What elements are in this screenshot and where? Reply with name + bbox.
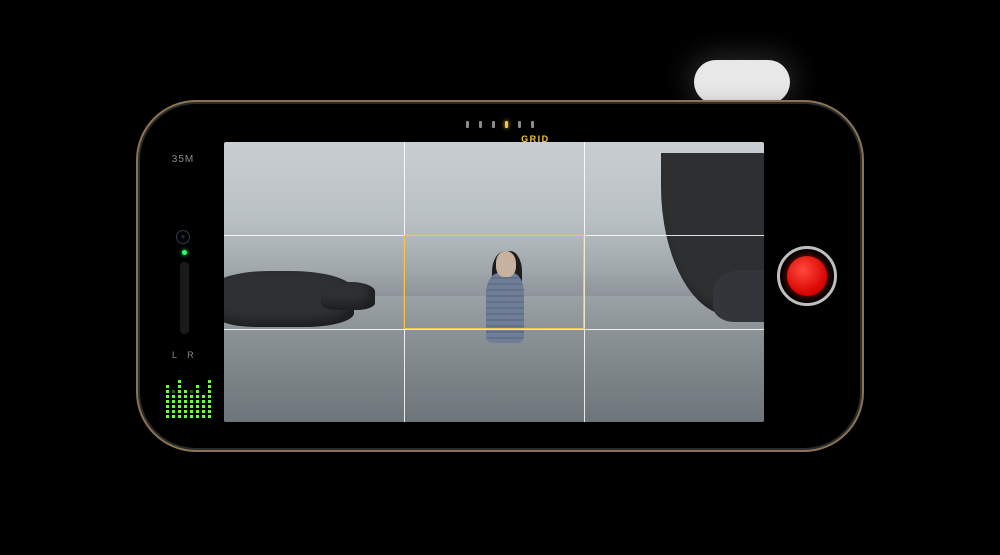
- sensor-dot: [492, 121, 495, 128]
- sensor-dot: [518, 121, 521, 128]
- exposure-slider[interactable]: [180, 262, 189, 334]
- scene-background: [224, 142, 764, 422]
- dynamic-island: [430, 116, 570, 132]
- sensor-dot: [479, 121, 482, 128]
- sensor-dot: [531, 121, 534, 128]
- right-control-panel: [762, 112, 852, 440]
- add-control-button[interactable]: +: [176, 230, 190, 244]
- viewfinder[interactable]: [224, 142, 764, 422]
- camera-app-screen: GRID 35M + L R: [148, 112, 852, 440]
- subject: [478, 251, 530, 381]
- resolution-label: 35M: [172, 154, 194, 165]
- status-indicator-icon: [182, 250, 187, 255]
- sensor-dot: [466, 121, 469, 128]
- record-button[interactable]: [777, 246, 837, 306]
- audio-channels-label: L R: [172, 350, 198, 360]
- phone-frame: GRID 35M + L R: [140, 104, 860, 448]
- audio-level-meter: [166, 368, 206, 418]
- grid-label: GRID: [521, 134, 550, 144]
- sensor-dot-active: [505, 121, 508, 128]
- left-control-panel: 35M + L R: [148, 112, 218, 440]
- camera-flash-icon: [694, 60, 790, 104]
- record-icon: [787, 256, 827, 296]
